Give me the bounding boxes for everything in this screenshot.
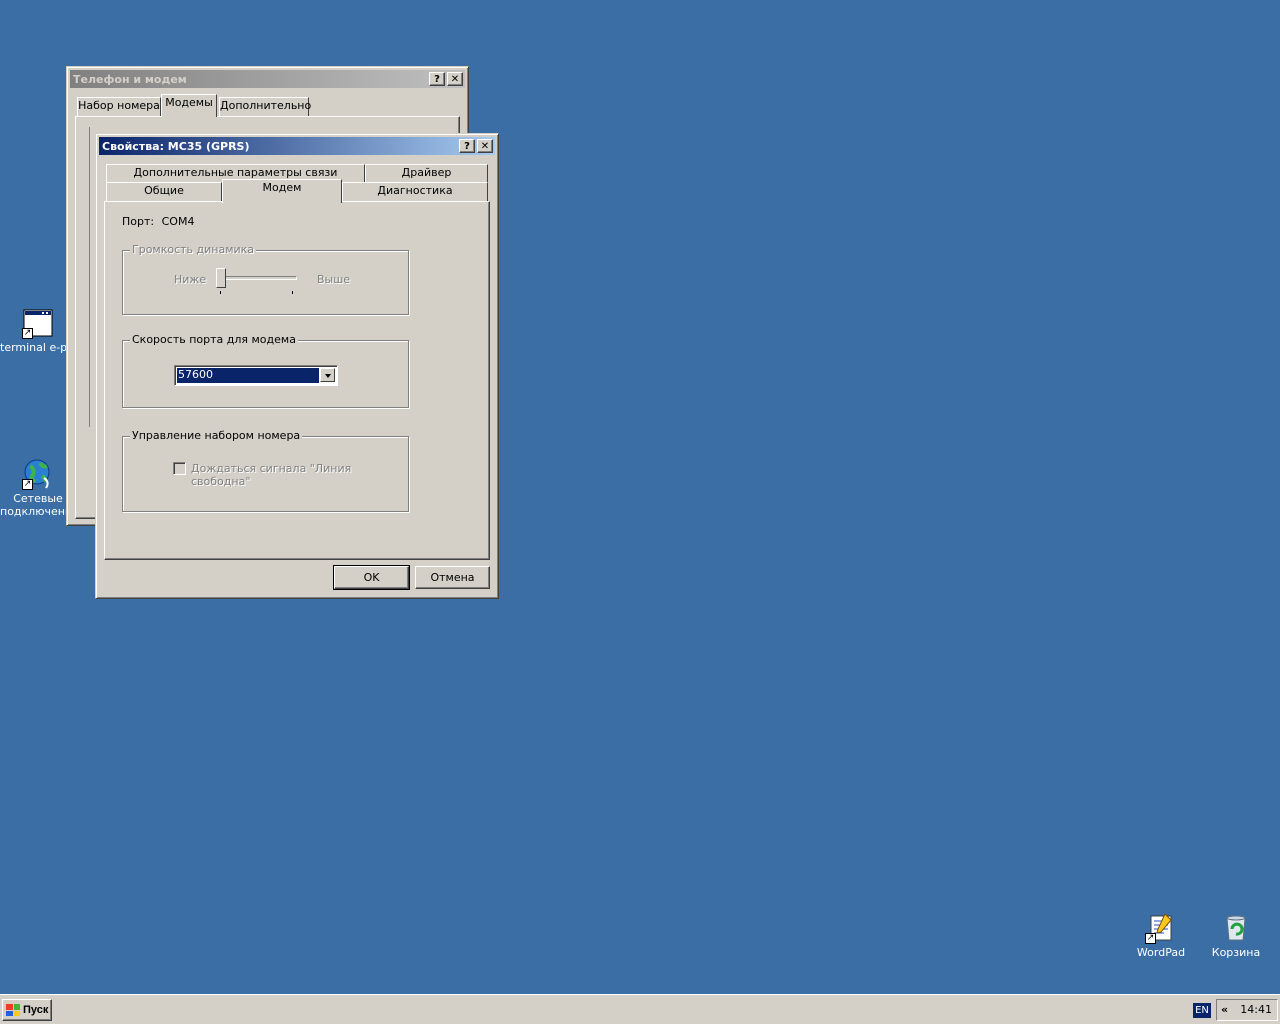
cancel-button[interactable]: Отмена [415,566,490,589]
help-button[interactable]: ? [459,139,475,153]
port-speed-group: Скорость порта для модема 57600 [122,333,409,408]
help-button[interactable]: ? [429,72,445,86]
start-button[interactable]: Пуск [2,999,52,1021]
volume-low-label: Ниже [174,273,207,286]
close-button[interactable]: ✕ [477,139,493,153]
title-bar[interactable]: Свойства: MC35 (GPRS) ? ✕ [99,137,495,155]
wordpad-icon: ↗ [1145,912,1177,944]
slider-tick [292,291,293,294]
wait-dialtone-checkbox[interactable] [173,462,186,475]
dialog-title: Свойства: MC35 (GPRS) [102,139,250,153]
logo-pane [6,1010,13,1016]
desktop-icon-label: terminal e-port [0,341,76,354]
desktop-icon-label-text: Сетевые подключения [0,492,76,518]
port-label: Порт: [122,215,155,228]
desktop-icon-label: WordPad [1136,946,1186,959]
desktop-icon-label: Сетевые подключения [0,492,76,518]
volume-slider-track[interactable] [220,276,297,280]
tab-driver[interactable]: Драйвер [365,164,488,183]
desktop-icon-network[interactable]: ↗ Сетевые подключения [0,458,76,518]
ok-button[interactable]: OK [333,565,410,590]
logo-pane [13,1010,20,1016]
application-window-icon: ↗ [22,307,54,339]
globe-network-icon: ↗ [22,458,54,490]
tab-dialing[interactable]: Набор номера [77,97,161,116]
slider-tick [220,291,221,294]
windows-logo-icon [6,1004,20,1016]
modem-properties-dialog[interactable]: Свойства: MC35 (GPRS) ? ✕ Дополнительные… [95,133,499,599]
volume-high-label: Выше [317,273,351,286]
port-speed-value: 57600 [176,367,320,384]
shortcut-arrow-icon: ↗ [1145,933,1156,944]
close-button[interactable]: ✕ [447,72,463,86]
tab-modem[interactable]: Модем [222,179,342,203]
dial-control-group: Управление набором номера Дождаться сигн… [122,429,409,512]
desktop-icon-wordpad[interactable]: ↗ WordPad [1123,912,1199,959]
start-label: Пуск [23,1004,49,1016]
port-row: Порт: COM4 [122,215,194,228]
desktop-icon-terminal[interactable]: ↗ terminal e-port [0,307,76,354]
wait-dialtone-label: Дождаться сигнала "Линия свободна" [191,462,352,488]
tab-diagnostics[interactable]: Диагностика [342,182,488,201]
desktop-icon-recycle-bin[interactable]: Корзина [1198,912,1274,959]
tab-modems[interactable]: Модемы [161,94,217,117]
tab-general[interactable]: Общие [106,182,222,201]
chevron-down-icon[interactable] [320,368,335,382]
recycle-bin-icon [1220,912,1252,944]
logo-pane [6,1004,13,1010]
clock: 14:41 [1240,1003,1272,1016]
volume-slider-thumb[interactable] [216,268,226,288]
taskbar: Пуск EN « 14:41 [0,994,1280,1024]
shortcut-arrow-icon: ↗ [22,328,33,339]
shortcut-arrow-icon: ↗ [22,479,33,490]
speaker-volume-group: Громкость динамика Ниже Выше [122,243,409,315]
title-bar[interactable]: Телефон и модем ? ✕ [70,70,465,88]
group-title: Громкость динамика [130,243,257,257]
port-speed-select[interactable]: 57600 [174,365,338,386]
tray-expand-icon[interactable]: « [1221,1000,1228,1020]
port-value: COM4 [161,215,195,228]
language-indicator[interactable]: EN [1193,1003,1211,1018]
logo-pane [13,1004,20,1010]
window-title: Телефон и модем [73,72,187,86]
tab-advanced[interactable]: Дополнительно [219,97,311,116]
system-tray: « 14:41 [1216,999,1278,1021]
group-title: Скорость порта для модема [130,333,298,347]
desktop-icon-label: Корзина [1211,946,1261,959]
group-title: Управление набором номера [130,429,303,443]
